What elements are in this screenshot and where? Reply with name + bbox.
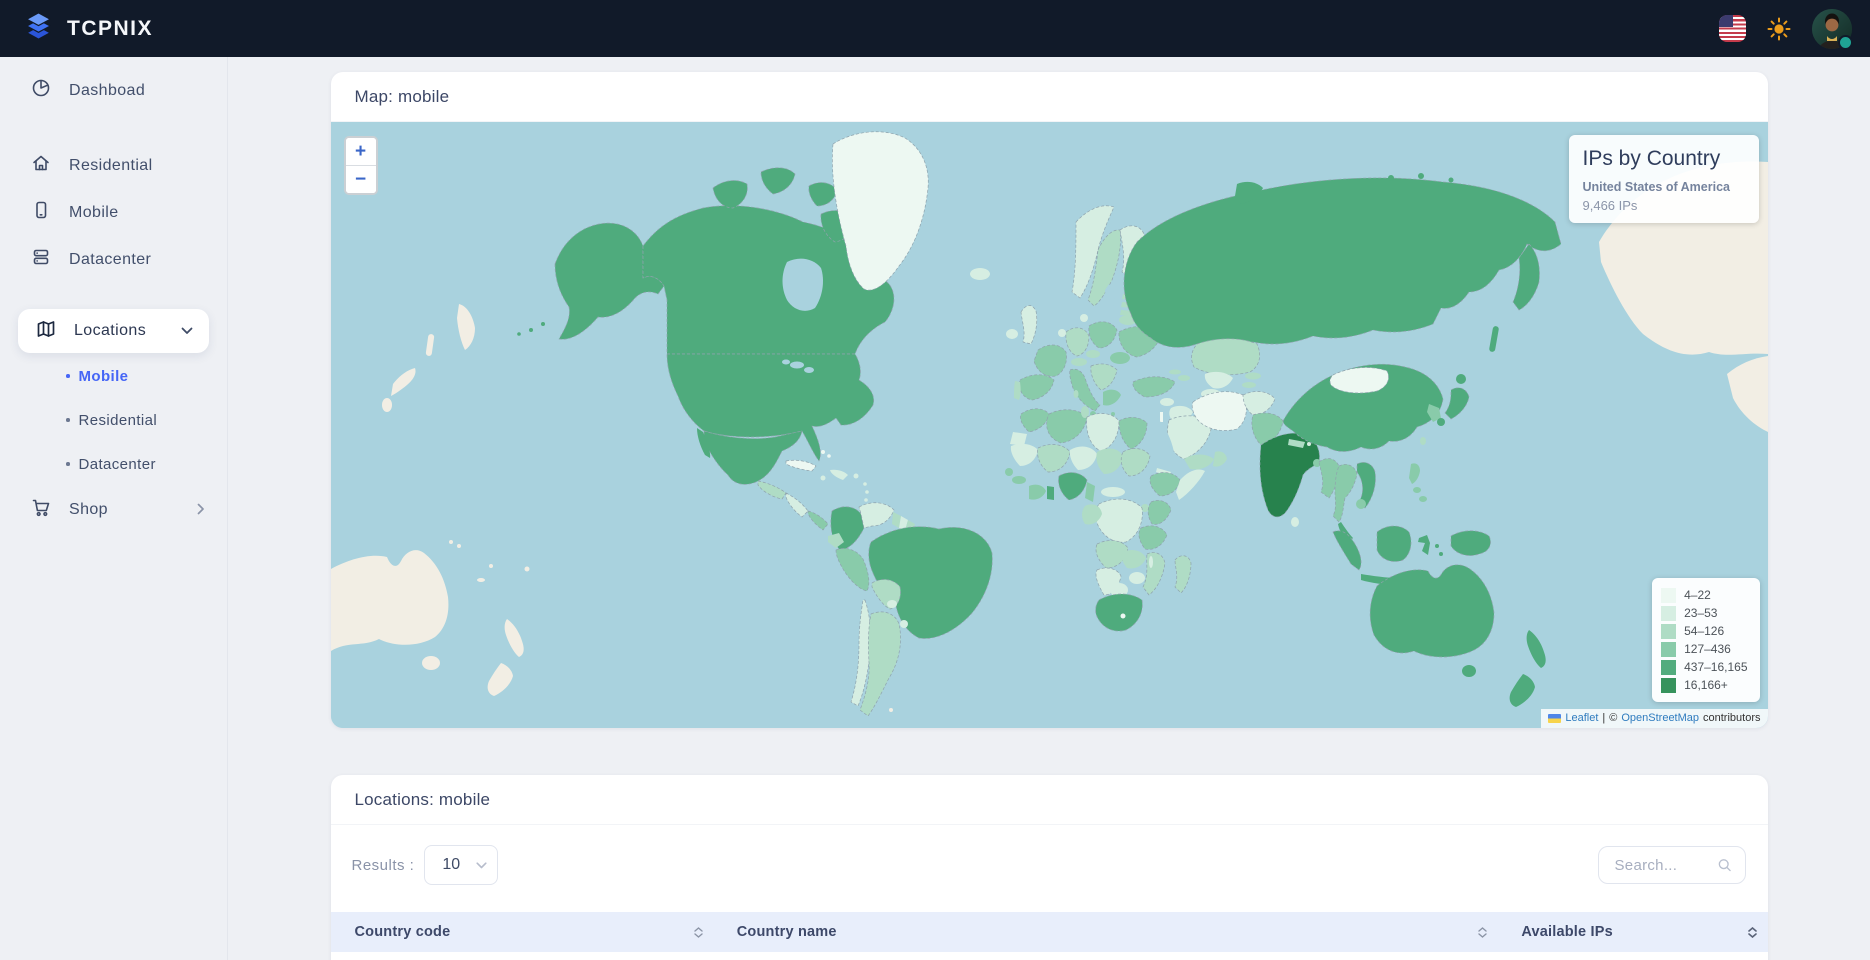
sidebar-item-locations[interactable]: Locations [18,309,209,353]
locations-card-title: Locations: mobile [330,775,1768,825]
legend-row: 54–126 [1661,622,1747,640]
sidebar-item-dashboard[interactable]: Dashboad [0,68,227,112]
legend-swatch [1661,605,1677,621]
sidebar-item-residential[interactable]: Residential [0,143,227,187]
main-content: Map: mobile + − IPs by Country United St… [228,57,1870,960]
home-icon [30,152,52,179]
sort-icon [1748,926,1758,938]
sidebar-item-label: Shop [69,500,108,518]
legend-swatch [1661,677,1677,693]
map-zoom-control: + − [343,136,378,195]
infobox-title: IPs by Country [1582,147,1721,170]
legend-swatch [1661,623,1677,639]
legend-row: 4–22 [1661,586,1747,604]
sidebar-subitem-mobile[interactable]: Mobile [0,356,227,396]
map-icon [35,318,57,345]
ukraine-flag-icon [1548,713,1562,723]
sidebar-subitem-datacenter[interactable]: Datacenter [0,444,227,484]
smartphone-icon [30,199,52,226]
results-label: Results : [351,856,415,874]
sidebar-subitem-residential[interactable]: Residential [0,400,227,440]
sort-icon [694,926,703,938]
navbar-actions [1719,8,1853,50]
locations-card: Locations: mobile Results : 10 Search...… [330,775,1768,960]
language-flag-us-icon[interactable] [1719,15,1746,42]
sidebar-item-datacenter[interactable]: Datacenter [0,237,227,281]
table-header-row: Country code Country name Available IPs [330,912,1768,952]
search-field [1597,846,1746,884]
legend-row: 437–16,165 [1661,658,1748,676]
leaflet-link[interactable]: Leaflet [1565,712,1598,724]
map-legend: 4–22 23–53 54–126 127–436 437–16,165 16,… [1652,578,1760,702]
search-icon [1719,859,1732,872]
map-attribution: Leaflet | © OpenStreetMap contributors [1541,709,1768,728]
online-status-dot [1838,34,1853,50]
pie-chart-icon [30,77,52,104]
sidebar-subitem-label: Datacenter [78,455,156,473]
osm-link[interactable]: OpenStreetMap [1621,712,1699,724]
results-per-page-select[interactable]: 10 [424,845,499,885]
zoom-in-button[interactable]: + [345,138,376,166]
sidebar-item-label: Mobile [69,203,119,221]
sidebar-subitem-label: Mobile [78,367,129,385]
column-header-country-code[interactable]: Country code [331,912,713,952]
user-avatar[interactable] [1812,8,1853,50]
infobox-country: United States of America [1582,180,1731,194]
infobox-ip-count: 9,466 IPs [1582,198,1638,213]
search-input[interactable] [1612,855,1718,875]
chevron-down-icon [476,861,487,868]
sidebar-item-label: Datacenter [69,250,152,268]
chevron-down-icon [181,327,193,335]
theme-sun-icon[interactable] [1766,16,1792,42]
app-root: TCPNIX Dashboad Residential Mobile Datac… [0,0,1870,960]
sort-icon [1478,926,1488,938]
legend-row: 23–53 [1661,604,1747,622]
legend-swatch [1661,641,1677,657]
column-header-available-ips[interactable]: Available IPs [1497,912,1767,952]
sidebar-subitem-label: Residential [78,411,158,429]
zoom-out-button[interactable]: − [345,166,376,193]
brand-stack-icon [22,10,55,48]
bullet-icon [66,374,70,378]
sidebar-item-label: Dashboad [69,81,146,99]
table-row [330,952,1768,960]
top-navbar: TCPNIX [0,0,1870,57]
legend-swatch [1661,659,1677,675]
cart-icon [30,496,52,523]
column-header-country-name[interactable]: Country name [713,912,1498,952]
sidebar: Dashboad Residential Mobile Datacenter L… [0,57,228,960]
chevron-right-icon [197,503,205,515]
brand-name: TCPNIX [67,16,154,40]
brand-logo[interactable]: TCPNIX [22,10,153,48]
bullet-icon [66,462,70,466]
bullet-icon [66,418,70,422]
sidebar-item-label: Locations [74,322,147,339]
legend-row: 16,166+ [1661,676,1747,694]
sidebar-item-shop[interactable]: Shop [0,487,227,531]
map-card-title: Map: mobile [330,72,1768,122]
choropleth-world-map[interactable] [330,122,1768,728]
sidebar-item-label: Residential [69,156,153,174]
server-icon [30,246,52,273]
legend-swatch [1661,587,1677,603]
legend-row: 127–436 [1661,640,1747,658]
leaflet-map[interactable]: + − IPs by Country United States of Amer… [330,122,1768,728]
ips-by-country-infobox: IPs by Country United States of America … [1568,135,1759,223]
sidebar-item-mobile[interactable]: Mobile [0,190,227,234]
map-card: Map: mobile + − IPs by Country United St… [330,72,1768,728]
